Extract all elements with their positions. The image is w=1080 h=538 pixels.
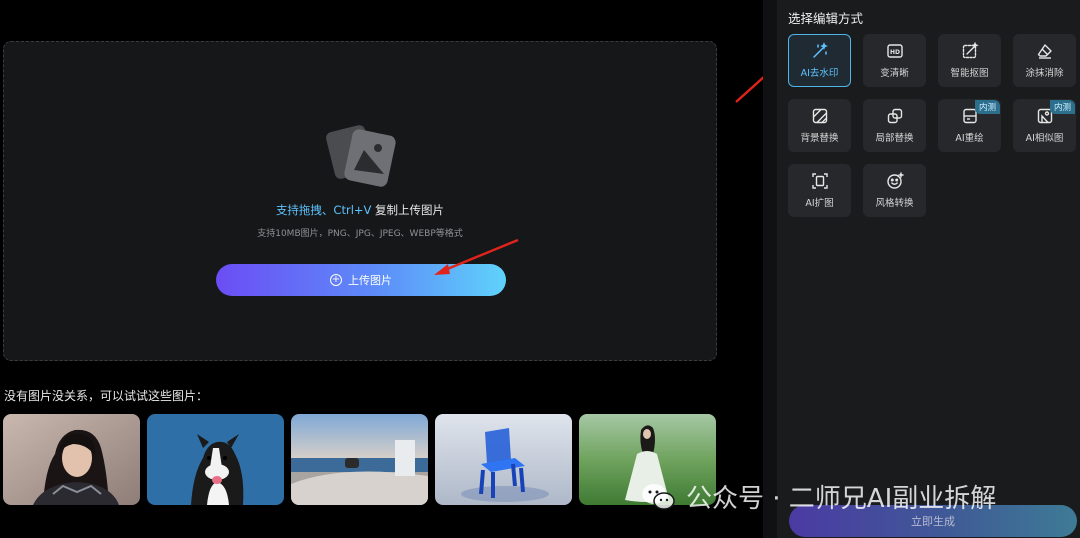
samples-title: 没有图片没关系，可以试试这些图片： bbox=[4, 389, 209, 403]
sample-image-seaside[interactable] bbox=[291, 414, 428, 505]
tool-ai-expand[interactable]: AI扩图 bbox=[788, 164, 851, 217]
magic-wand-icon bbox=[812, 42, 828, 58]
upload-image-button[interactable]: + 上传图片 bbox=[216, 264, 506, 296]
generate-button[interactable]: 立即生成 bbox=[789, 505, 1077, 537]
plus-circle-icon: + bbox=[330, 274, 342, 286]
sample-image-list bbox=[3, 414, 716, 505]
upload-hint-highlight: 支持拖拽、Ctrl+V bbox=[275, 203, 372, 217]
upload-hint-rest: 复制上传图片 bbox=[371, 203, 445, 217]
tool-label: 风格转换 bbox=[875, 198, 914, 209]
tool-smart-cutout[interactable]: 智能抠图 bbox=[938, 34, 1001, 87]
tool-ai-redraw[interactable]: 内测 AI重绘 bbox=[938, 99, 1001, 152]
tool-label: 变清晰 bbox=[880, 68, 909, 79]
background-replace-icon bbox=[812, 108, 827, 124]
tool-label: AI扩图 bbox=[805, 198, 834, 209]
tool-background-replace[interactable]: 背景替换 bbox=[788, 99, 851, 152]
tool-enhance-clarity[interactable]: HD 变清晰 bbox=[863, 34, 926, 87]
upload-formats-note: 支持10MB图片，PNG、JPG、JPEG、WEBP等格式 bbox=[257, 229, 463, 239]
upload-dropzone[interactable]: 支持拖拽、Ctrl+V 复制上传图片 支持10MB图片，PNG、JPG、JPEG… bbox=[3, 41, 717, 361]
expand-icon bbox=[811, 173, 828, 189]
tool-style-transfer[interactable]: 风格转换 bbox=[863, 164, 926, 217]
image-placeholder-icon bbox=[326, 125, 396, 187]
beta-badge: 内测 bbox=[974, 100, 1000, 114]
hd-icon: HD bbox=[886, 44, 903, 58]
beta-badge: 内测 bbox=[1049, 100, 1075, 114]
sample-image-chair[interactable] bbox=[435, 414, 572, 505]
sample-image-meadow[interactable] bbox=[579, 414, 716, 505]
tool-smear-erase[interactable]: 涂抹消除 bbox=[1013, 34, 1076, 87]
tool-ai-similar[interactable]: 内测 AI相似图 bbox=[1013, 99, 1076, 152]
tool-label: AI去水印 bbox=[800, 68, 839, 79]
tool-ai-remove-watermark[interactable]: AI去水印 bbox=[788, 34, 851, 87]
tool-label: 涂抹消除 bbox=[1025, 68, 1064, 79]
tool-label: 背景替换 bbox=[800, 133, 839, 144]
upload-button-label: 上传图片 bbox=[348, 274, 392, 287]
tool-label: AI重绘 bbox=[955, 133, 984, 144]
upload-hint: 支持拖拽、Ctrl+V 复制上传图片 bbox=[4, 202, 716, 218]
eraser-icon bbox=[1037, 44, 1052, 59]
tool-partial-replace[interactable]: 局部替换 bbox=[863, 99, 926, 152]
sample-image-dog[interactable] bbox=[147, 414, 284, 505]
tool-grid: AI去水印 HD 变清晰 智能抠图 涂抹消除 背景替换 局部替换 内测 AI重绘… bbox=[788, 34, 1076, 217]
style-transfer-icon bbox=[886, 172, 904, 189]
tool-label: 局部替换 bbox=[875, 133, 914, 144]
cutout-icon bbox=[962, 42, 979, 59]
tool-label: AI相似图 bbox=[1025, 133, 1064, 144]
panel-divider bbox=[763, 0, 777, 538]
edit-panel: 选择编辑方式 AI去水印 HD 变清晰 智能抠图 涂抹消除 背景替换 局部替换 … bbox=[777, 0, 1080, 538]
sample-image-portrait[interactable] bbox=[3, 414, 140, 505]
panel-title: 选择编辑方式 bbox=[788, 11, 864, 26]
partial-replace-icon bbox=[887, 108, 902, 124]
tool-label: 智能抠图 bbox=[950, 68, 989, 79]
svg-text:HD: HD bbox=[889, 49, 899, 56]
